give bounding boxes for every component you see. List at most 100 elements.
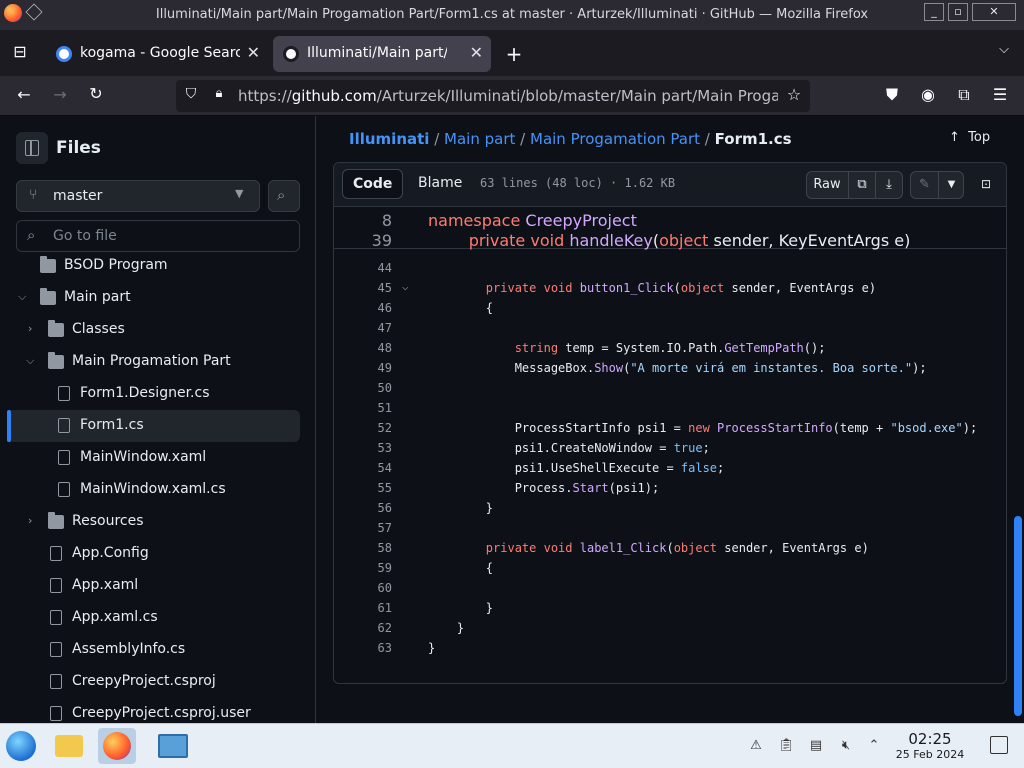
fold-chevron-icon[interactable]: ⌵ (402, 280, 409, 293)
go-to-file-input[interactable]: ⌕ Go to file (16, 220, 300, 252)
close-tab-icon[interactable]: ✕ (247, 43, 260, 62)
tree-item-csproj-user[interactable]: CreepyProject.csproj.user (8, 698, 300, 723)
lock-icon[interactable]: 🔒︎ (210, 86, 228, 101)
line-number[interactable]: 44 (334, 261, 392, 275)
line-number[interactable]: 63 (334, 641, 392, 655)
line-number[interactable]: 53 (334, 441, 392, 455)
line-number[interactable]: 45 (334, 281, 392, 295)
reload-icon[interactable]: ↻ (86, 84, 106, 103)
volume-muted-icon[interactable]: 🔇︎ (838, 738, 854, 754)
caret-down-icon[interactable]: ▼ (938, 172, 964, 198)
tree-item-app-config[interactable]: App.Config (8, 538, 300, 570)
storage-icon[interactable]: ▤ (808, 738, 824, 754)
tree-item-mainwindow-xaml-cs[interactable]: MainWindow.xaml.cs (8, 474, 300, 506)
tab-list-icon[interactable]: ⊟ (10, 42, 30, 61)
clipboard-icon[interactable]: 📋︎ (778, 738, 795, 754)
tree-item-app-xaml[interactable]: App.xaml (8, 570, 300, 602)
file-icon (58, 386, 70, 401)
sidebar-collapse-icon[interactable] (16, 132, 48, 164)
back-icon[interactable]: ← (14, 85, 34, 104)
line-number[interactable]: 61 (334, 601, 392, 615)
extensions-icon[interactable]: ⧉ (954, 85, 974, 105)
line-number[interactable]: 60 (334, 581, 392, 595)
line-content: private void button1_Click(object sender… (485, 281, 877, 295)
shield-icon[interactable]: ⛉ (182, 86, 200, 102)
code-line: 60 (334, 578, 1006, 598)
tree-item-csproj[interactable]: CreepyProject.csproj (8, 666, 300, 698)
tree-item-main-part[interactable]: ⌵ Main part (8, 282, 300, 314)
chevron-up-icon[interactable]: ⌃ (866, 738, 882, 754)
tree-item-classes[interactable]: › Classes (8, 314, 300, 346)
line-number[interactable]: 58 (334, 541, 392, 555)
symbols-button[interactable]: ⊡ (972, 171, 1000, 199)
close-icon[interactable]: ✕ (972, 3, 1016, 21)
branch-name: master (53, 188, 103, 204)
file-icon (50, 578, 62, 593)
line-number[interactable]: 57 (334, 521, 392, 535)
minimize-icon[interactable]: _ (924, 3, 944, 21)
tab-bar: ⊟ kogama - Google Search ✕ Illuminati/Ma… (0, 30, 1024, 76)
taskbar-control-panel[interactable] (154, 728, 192, 764)
line-number[interactable]: 47 (334, 321, 392, 335)
line-number[interactable]: 55 (334, 481, 392, 495)
top-button[interactable]: ↑ Top (949, 130, 990, 145)
line-number[interactable]: 46 (334, 301, 392, 315)
tree-item-label: CreepyProject.csproj (72, 673, 216, 689)
maximize-icon[interactable]: ▫ (948, 3, 968, 21)
clock[interactable]: 02:25 25 Feb 2024 (888, 730, 972, 761)
url-bar[interactable]: ⛉ 🔒︎ https://github.com/Arturzek/Illumin… (176, 80, 810, 112)
start-button[interactable] (2, 728, 40, 764)
new-tab-icon[interactable]: + (504, 42, 524, 66)
tab-google-search[interactable]: kogama - Google Search ✕ (46, 36, 268, 72)
forward-icon[interactable]: → (50, 85, 70, 104)
show-desktop-icon[interactable] (990, 736, 1008, 754)
breadcrumb-main-part[interactable]: Main part (444, 130, 515, 148)
notifications-icon[interactable]: ⚠ (748, 738, 764, 754)
url-text[interactable]: https://github.com/Arturzek/Illuminati/b… (238, 87, 778, 105)
download-icon[interactable]: ⤓ (875, 172, 902, 198)
close-tab-icon[interactable]: ✕ (470, 43, 483, 62)
chevron-down-icon[interactable]: ⌵ (994, 42, 1014, 57)
code-line: 56 } (334, 498, 1006, 518)
raw-button[interactable]: Raw (807, 172, 847, 198)
tree-item-resources[interactable]: › Resources (8, 506, 300, 538)
line-number[interactable]: 52 (334, 421, 392, 435)
code-tab[interactable]: Code (342, 169, 404, 199)
account-icon[interactable]: ◉ (918, 85, 938, 104)
tree-item-main-progamation-part[interactable]: ⌵ Main Progamation Part (8, 346, 300, 378)
line-number[interactable]: 48 (334, 341, 392, 355)
tree-item-mainwindow-xaml[interactable]: MainWindow.xaml (8, 442, 300, 474)
tree-item-assemblyinfo[interactable]: AssemblyInfo.cs (8, 634, 300, 666)
blame-tab[interactable]: Blame (408, 169, 472, 199)
tree-item-form1[interactable]: Form1.cs (7, 410, 300, 442)
tree-item-form1-designer[interactable]: Form1.Designer.cs (8, 378, 300, 410)
line-number[interactable]: 62 (334, 621, 392, 635)
tab-github[interactable]: Illuminati/Main part/Main ✕ (273, 36, 491, 72)
tree-item-bsod-program[interactable]: BSOD Program (8, 256, 300, 282)
taskbar-firefox[interactable] (98, 728, 136, 764)
bookmark-star-icon[interactable]: ☆ (784, 85, 804, 104)
taskbar-files[interactable] (50, 728, 88, 764)
page-scrollbar[interactable] (1014, 516, 1022, 716)
line-number[interactable]: 50 (334, 381, 392, 395)
top-label: Top (968, 130, 991, 145)
code-line: 61 } (334, 598, 1006, 618)
branch-selector[interactable]: ⑂ master ▼ (16, 180, 260, 212)
breadcrumb-main-progamation-part[interactable]: Main Progamation Part (530, 130, 700, 148)
line-number[interactable]: 49 (334, 361, 392, 375)
tree-item-app-xaml-cs[interactable]: App.xaml.cs (8, 602, 300, 634)
line-number[interactable]: 56 (334, 501, 392, 515)
copy-icon[interactable]: ⧉ (848, 172, 875, 198)
url-path: /Arturzek/Illuminati/blob/master/Main pa… (376, 87, 778, 105)
breadcrumb-repo[interactable]: Illuminati (349, 130, 429, 148)
line-number[interactable]: 51 (334, 401, 392, 415)
edit-pencil-icon[interactable]: ✎ (911, 172, 938, 198)
chevron-right-icon: › (28, 322, 33, 335)
pocket-icon[interactable]: ⛊ (882, 85, 902, 105)
line-number[interactable]: 39 (334, 231, 392, 250)
search-button[interactable]: ⌕ (268, 180, 300, 212)
line-number[interactable]: 54 (334, 461, 392, 475)
menu-icon[interactable]: ☰ (990, 85, 1010, 104)
line-number[interactable]: 59 (334, 561, 392, 575)
line-content: } (428, 501, 494, 515)
